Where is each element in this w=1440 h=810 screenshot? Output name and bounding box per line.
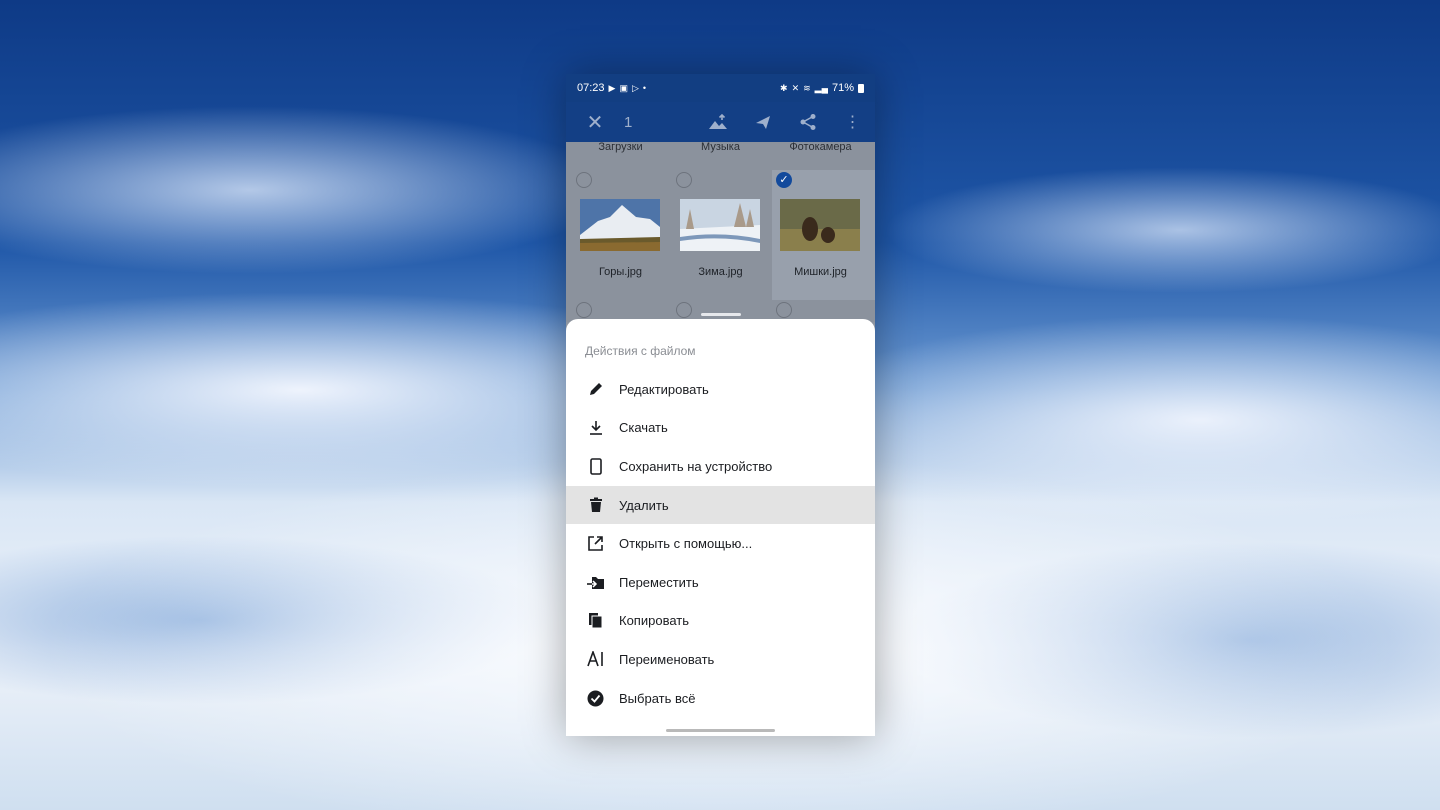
file-checkbox-checked[interactable]: ✓ (776, 172, 792, 188)
gallery-icon: ▣ (619, 83, 628, 93)
phone-screen: 07:23 ▶ ▣ ▷ • ✱ ✕ ≋ ▂▄ 71% ✕ 1 ⋮ Загрузк… (566, 74, 875, 736)
file-actions-sheet: Действия с файлом Редактировать Скачать … (566, 319, 875, 736)
folder-downloads[interactable]: Загрузки (569, 142, 672, 153)
menu-item-open-with[interactable]: Открыть с помощью... (566, 524, 875, 563)
menu-item-label: Копировать (619, 613, 689, 629)
more-vert-icon: ⋮ (844, 114, 861, 131)
menu-item-copy[interactable]: Копировать (566, 602, 875, 641)
close-icon: ✕ (586, 111, 604, 134)
airplane-icon (755, 115, 770, 129)
file-name: Мишки.jpg (794, 266, 847, 278)
check-circle-icon (586, 689, 605, 708)
menu-item-select-all[interactable]: Выбрать всё (566, 679, 875, 718)
rename-icon (586, 650, 605, 669)
file-name: Горы.jpg (598, 266, 643, 278)
share-icon (800, 113, 815, 130)
menu-item-label: Скачать (619, 420, 668, 436)
thumbnail-winter[interactable] (680, 199, 760, 251)
sheet-drag-handle[interactable] (701, 313, 741, 316)
phone-icon (586, 457, 605, 476)
offline-button[interactable] (740, 113, 785, 131)
move-icon (586, 573, 605, 592)
more-options-button[interactable]: ⋮ (830, 112, 875, 132)
battery-icon (858, 83, 864, 93)
dot-icon: • (642, 83, 647, 93)
status-bar: 07:23 ▶ ▣ ▷ • ✱ ✕ ≋ ▂▄ 71% (566, 74, 875, 102)
menu-item-move[interactable]: Переместить (566, 563, 875, 602)
wifi-icon: ≋ (803, 83, 811, 93)
status-time: 07:23 (577, 82, 605, 94)
check-icon: ✓ (779, 174, 789, 186)
open-external-icon (586, 534, 605, 553)
play-store-icon: ▷ (631, 83, 639, 93)
upload-photo-button[interactable] (695, 113, 740, 131)
menu-item-edit[interactable]: Редактировать (566, 370, 875, 409)
folder-music[interactable]: Музыка (669, 142, 772, 153)
menu-item-label: Выбрать всё (619, 690, 696, 706)
battery-percent: 71% (831, 82, 854, 94)
folder-camera[interactable]: Фотокамера (769, 142, 872, 153)
download-icon (586, 418, 605, 437)
menu-item-label: Удалить (619, 497, 669, 513)
menu-item-download[interactable]: Скачать (566, 409, 875, 448)
gesture-nav-bar[interactable] (666, 729, 775, 732)
share-button[interactable] (785, 113, 830, 131)
copy-icon (586, 611, 605, 630)
pencil-icon (586, 380, 605, 399)
trash-icon (586, 496, 605, 515)
menu-item-label: Переместить (619, 574, 699, 590)
menu-item-delete[interactable]: Удалить (566, 485, 875, 525)
mute-icon: ✕ (791, 83, 800, 93)
sheet-title: Действия с файлом (585, 344, 696, 358)
menu-item-label: Сохранить на устройство (619, 458, 773, 474)
thumbnail-bears[interactable] (780, 199, 860, 251)
menu-item-rename[interactable]: Переименовать (566, 640, 875, 679)
thumbnail-mountains[interactable] (580, 199, 660, 251)
menu-item-label: Редактировать (619, 381, 709, 397)
actions-menu: Редактировать Скачать Сохранить на устро… (566, 370, 875, 717)
bluetooth-icon: ✱ (780, 83, 788, 93)
file-checkbox[interactable] (676, 172, 692, 188)
photo-upload-icon (708, 113, 727, 129)
file-checkbox[interactable] (576, 302, 592, 318)
menu-item-label: Открыть с помощью... (619, 536, 753, 552)
youtube-icon: ▶ (608, 83, 616, 93)
selected-count: 1 (624, 113, 633, 131)
file-checkbox[interactable] (776, 302, 792, 318)
file-grid: Загрузки Музыка Фотокамера ✓ Горы.jpg Зи… (566, 142, 875, 322)
selection-toolbar: ✕ 1 ⋮ (566, 102, 875, 142)
signal-icon: ▂▄ (814, 83, 828, 93)
file-checkbox[interactable] (576, 172, 592, 188)
file-name: Зима.jpg (698, 266, 743, 278)
menu-item-save-device[interactable]: Сохранить на устройство (566, 447, 875, 486)
file-checkbox[interactable] (676, 302, 692, 318)
menu-item-label: Переименовать (619, 651, 715, 667)
close-selection-button[interactable]: ✕ (566, 110, 624, 135)
